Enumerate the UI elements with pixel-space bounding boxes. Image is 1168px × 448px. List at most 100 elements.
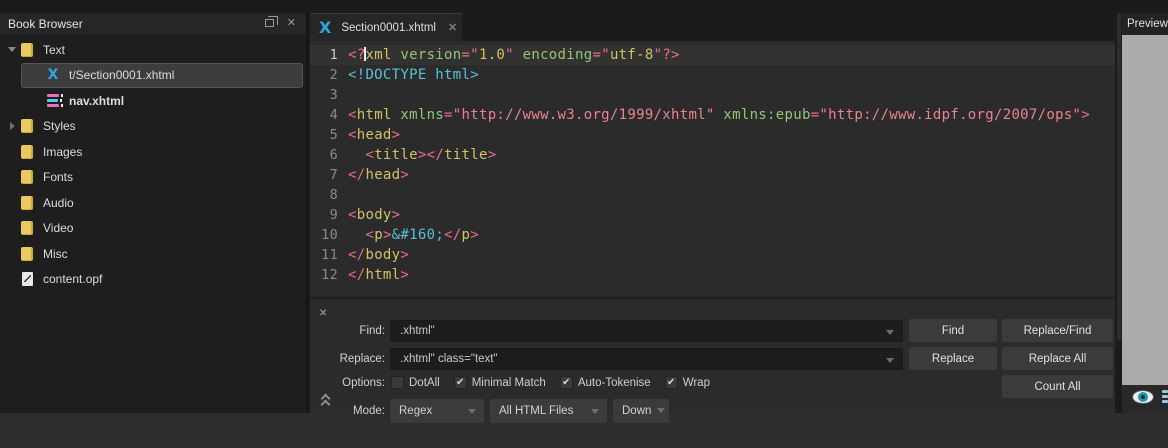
line-number: 9 bbox=[310, 205, 338, 225]
find-value: .xhtml" bbox=[400, 325, 435, 337]
code-line-12[interactable]: 12</html> bbox=[310, 265, 1115, 285]
code-line-5[interactable]: 5<head> bbox=[310, 125, 1115, 145]
checkbox-checked-icon[interactable]: ✔ bbox=[454, 376, 467, 389]
line-number: 10 bbox=[310, 225, 338, 245]
tree-item-audio[interactable]: Audio bbox=[0, 190, 306, 216]
replace-all-button[interactable]: Replace All bbox=[1002, 347, 1113, 370]
option-auto-tokenise[interactable]: ✔Auto-Tokenise bbox=[560, 376, 659, 389]
line-text: <head> bbox=[338, 125, 400, 145]
find-panel-close-icon[interactable]: ✕ bbox=[319, 308, 327, 319]
tree-item-fonts[interactable]: Fonts bbox=[0, 165, 306, 191]
line-text: <?xml version="1.0" encoding="utf-8"?> bbox=[338, 45, 680, 65]
code-line-1[interactable]: 1<?xml version="1.0" encoding="utf-8"?> bbox=[310, 45, 1115, 65]
xhtml-icon: X bbox=[45, 67, 61, 83]
tree-item-images[interactable]: Images bbox=[0, 139, 306, 165]
tree-item-misc[interactable]: Misc bbox=[0, 241, 306, 267]
line-number: 2 bbox=[310, 65, 338, 85]
modes-list: Regex All HTML Files Down bbox=[390, 399, 675, 423]
line-number: 5 bbox=[310, 125, 338, 145]
line-text bbox=[338, 185, 348, 205]
code-line-11[interactable]: 11</body> bbox=[310, 245, 1115, 265]
line-number: 3 bbox=[310, 85, 338, 105]
count-all-button[interactable]: Count All bbox=[1002, 375, 1113, 398]
preview-header: Preview bbox=[1122, 13, 1168, 35]
line-text: </body> bbox=[338, 245, 409, 265]
find-history-dropdown-icon[interactable] bbox=[886, 330, 894, 335]
close-icon[interactable]: ✕ bbox=[287, 18, 296, 29]
find-label: Find: bbox=[310, 325, 385, 337]
option-dotall[interactable]: DotAll bbox=[391, 376, 448, 389]
dropdown-value: Regex bbox=[399, 405, 432, 417]
tree-item-nav-xhtml[interactable]: nav.xhtml bbox=[0, 88, 306, 114]
tree-item-label: Video bbox=[43, 221, 73, 235]
find-button[interactable]: Find bbox=[909, 319, 997, 342]
tree-item-t-section0001-xhtml[interactable]: Xt/Section0001.xhtml bbox=[0, 63, 306, 89]
code-editor[interactable]: 1<?xml version="1.0" encoding="utf-8"?>2… bbox=[310, 41, 1115, 297]
tree-item-label: Styles bbox=[43, 119, 76, 133]
tree-item-styles[interactable]: Styles bbox=[0, 114, 306, 140]
checkbox-checked-icon[interactable]: ✔ bbox=[665, 376, 678, 389]
editor-region: X Section0001.xhtml ✕ 1<?xml version="1.… bbox=[310, 13, 1115, 413]
checkbox-checked-icon[interactable]: ✔ bbox=[560, 376, 573, 389]
undock-icon[interactable] bbox=[265, 19, 274, 27]
tree-item-text[interactable]: Text bbox=[0, 37, 306, 63]
expander-expanded-icon[interactable] bbox=[5, 47, 19, 52]
tree-item-label: Text bbox=[43, 43, 65, 57]
code-line-9[interactable]: 9<body> bbox=[310, 205, 1115, 225]
code-line-7[interactable]: 7</head> bbox=[310, 165, 1115, 185]
line-text: <body> bbox=[338, 205, 400, 225]
replace-history-dropdown-icon[interactable] bbox=[886, 358, 894, 363]
code-line-4[interactable]: 4<html xmlns="http://www.w3.org/1999/xht… bbox=[310, 105, 1115, 125]
options-label: Options: bbox=[310, 377, 385, 389]
code-line-6[interactable]: 6 <title></title> bbox=[310, 145, 1115, 165]
book-browser-header: Book Browser ✕ bbox=[0, 13, 306, 35]
tree-item-content-opf[interactable]: content.opf bbox=[0, 267, 306, 293]
code-line-8[interactable]: 8 bbox=[310, 185, 1115, 205]
xhtml-icon: X bbox=[319, 18, 331, 37]
dropdown-value: Down bbox=[622, 405, 651, 417]
find-input[interactable]: .xhtml" bbox=[390, 320, 903, 342]
code-line-2[interactable]: 2<!DOCTYPE html> bbox=[310, 65, 1115, 85]
mode-dropdown-files[interactable]: All HTML Files bbox=[490, 399, 607, 423]
checkbox-unchecked-icon[interactable] bbox=[391, 376, 404, 389]
replace-value: .xhtml" class="text" bbox=[400, 353, 498, 365]
line-text: </head> bbox=[338, 165, 409, 185]
line-number: 12 bbox=[310, 265, 338, 285]
line-text: <title></title> bbox=[338, 145, 496, 165]
tree-item-video[interactable]: Video bbox=[0, 216, 306, 242]
replace-label: Replace: bbox=[310, 353, 385, 365]
code-line-3[interactable]: 3 bbox=[310, 85, 1115, 105]
chevron-down-icon bbox=[657, 408, 665, 413]
dropdown-value: All HTML Files bbox=[499, 405, 573, 417]
replace-button[interactable]: Replace bbox=[909, 347, 997, 370]
option-minimal-match[interactable]: ✔Minimal Match bbox=[454, 376, 554, 389]
panel-splitter[interactable] bbox=[1117, 13, 1121, 340]
folder-icon bbox=[19, 43, 35, 57]
folder-icon bbox=[19, 196, 35, 210]
book-browser-title: Book Browser bbox=[0, 17, 83, 31]
option-label: DotAll bbox=[409, 377, 440, 389]
tree-item-label: Fonts bbox=[43, 170, 73, 184]
tree-item-label: Images bbox=[43, 145, 82, 159]
nav-icon bbox=[45, 94, 61, 107]
folder-icon bbox=[19, 170, 35, 184]
folder-icon bbox=[19, 119, 35, 133]
replace-find-button[interactable]: Replace/Find bbox=[1002, 319, 1113, 342]
docked-panel-icon[interactable] bbox=[1162, 390, 1168, 407]
expander-collapsed-icon[interactable] bbox=[5, 122, 19, 130]
book-browser-tree: TextXt/Section0001.xhtmlnav.xhtmlStylesI… bbox=[0, 37, 306, 292]
code-line-10[interactable]: 10 <p>&#160;</p> bbox=[310, 225, 1115, 245]
folder-icon bbox=[19, 247, 35, 261]
tree-item-label: t/Section0001.xhtml bbox=[69, 68, 174, 82]
mode-dropdown-regex[interactable]: Regex bbox=[390, 399, 484, 423]
folder-icon bbox=[19, 221, 35, 235]
replace-input[interactable]: .xhtml" class="text" bbox=[390, 348, 903, 370]
mode-dropdown-direction[interactable]: Down bbox=[613, 399, 669, 423]
line-number: 1 bbox=[310, 45, 338, 65]
tab-section0001[interactable]: X Section0001.xhtml ✕ bbox=[310, 13, 462, 41]
tab-close-icon[interactable]: ✕ bbox=[448, 21, 457, 34]
folder-icon bbox=[19, 145, 35, 159]
line-text: <!DOCTYPE html> bbox=[338, 65, 479, 85]
option-wrap[interactable]: ✔Wrap bbox=[665, 376, 718, 389]
preview-eye-icon[interactable] bbox=[1132, 389, 1154, 405]
